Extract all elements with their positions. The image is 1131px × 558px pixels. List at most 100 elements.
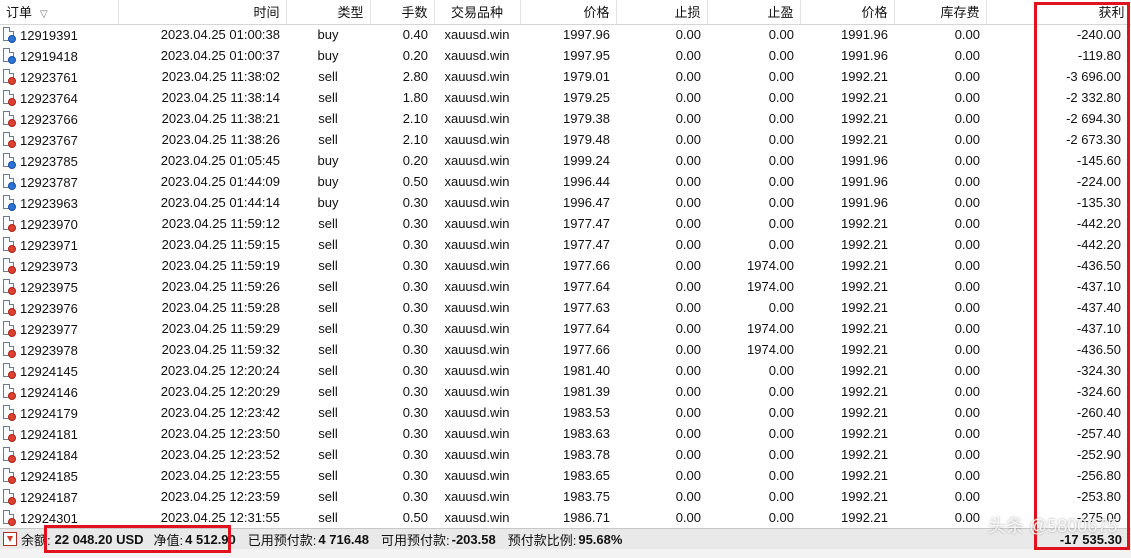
table-row[interactable]: 12924146 2023.04.25 12:20:29 sell 0.30 xauus… <box>0 381 1131 402</box>
column-header-take-profit[interactable]: 止盈 <box>707 0 801 25</box>
stop-loss-cell: 0.00 <box>675 132 701 147</box>
type-cell: sell <box>318 279 338 294</box>
type-cell: sell <box>318 468 338 483</box>
column-header-volume[interactable]: 手数 <box>370 0 435 25</box>
column-header-order[interactable]: 订单 ▽ <box>0 0 119 25</box>
swap-cell: 0.00 <box>954 132 980 147</box>
table-row[interactable]: 12923973 2023.04.25 11:59:19 sell 0.30 xauus… <box>0 255 1131 276</box>
table-row[interactable]: 12924185 2023.04.25 12:23:55 sell 0.30 xauus… <box>0 465 1131 486</box>
take-profit-cell: 0.00 <box>768 384 794 399</box>
column-header-current-price[interactable]: 价格 <box>800 0 895 25</box>
symbol-cell: xauusd.win <box>444 48 510 63</box>
table-row[interactable]: 12923971 2023.04.25 11:59:15 sell 0.30 xauus… <box>0 234 1131 255</box>
table-row[interactable]: 12923787 2023.04.25 01:44:09 buy 0.50 xauusd… <box>0 171 1131 192</box>
table-row[interactable]: 12923766 2023.04.25 11:38:21 sell 2.10 xauus… <box>0 108 1131 129</box>
table-row[interactable]: 12923977 2023.04.25 11:59:29 sell 0.30 xauus… <box>0 318 1131 339</box>
table-row[interactable]: 12924184 2023.04.25 12:23:52 sell 0.30 xauus… <box>0 444 1131 465</box>
table-row[interactable]: 12924179 2023.04.25 12:23:42 sell 0.30 xauus… <box>0 402 1131 423</box>
order-number: 12919418 <box>20 48 78 64</box>
swap-cell: 0.00 <box>954 153 980 168</box>
swap-cell: 0.00 <box>954 405 980 420</box>
volume-cell: 0.30 <box>402 426 428 441</box>
swap-cell: 0.00 <box>954 258 980 273</box>
table-row[interactable]: 12923785 2023.04.25 01:05:45 buy 0.20 xauusd… <box>0 150 1131 171</box>
table-row[interactable]: 12923978 2023.04.25 11:59:32 sell 0.30 xauus… <box>0 339 1131 360</box>
order-cell: 12923970 <box>0 213 118 234</box>
table-row[interactable]: 12919391 2023.04.25 01:00:38 buy 0.40 xauusd… <box>0 24 1131 45</box>
profit-cell: -256.80 <box>1076 468 1121 483</box>
table-row[interactable]: 12919418 2023.04.25 01:00:37 buy 0.20 xauusd… <box>0 45 1131 66</box>
table-row[interactable]: 12924145 2023.04.25 12:20:24 sell 0.30 xauus… <box>0 360 1131 381</box>
swap-cell: 0.00 <box>954 321 980 336</box>
order-number: 12923971 <box>20 237 78 253</box>
current-price-cell: 1992.21 <box>841 321 888 336</box>
take-profit-cell: 0.00 <box>768 468 794 483</box>
volume-cell: 0.40 <box>402 27 428 43</box>
stop-loss-cell: 0.00 <box>675 405 701 420</box>
margin-level-value: 95.68% <box>578 531 623 547</box>
open-price-cell: 1996.44 <box>563 174 610 189</box>
profit-cell: -145.60 <box>1076 153 1121 168</box>
table-row[interactable]: 12923970 2023.04.25 11:59:12 sell 0.30 xauus… <box>0 213 1131 234</box>
table-row[interactable]: 12924187 2023.04.25 12:23:59 sell 0.30 xauus… <box>0 486 1131 507</box>
profit-cell: -442.20 <box>1076 216 1121 231</box>
order-cell: 12924301 <box>0 507 118 528</box>
stop-loss-cell: 0.00 <box>675 342 701 357</box>
table-row[interactable]: 12923975 2023.04.25 11:59:26 sell 0.30 xauus… <box>0 276 1131 297</box>
column-header-type[interactable]: 类型 <box>286 0 371 25</box>
order-cell: 12924185 <box>0 465 118 486</box>
order-number: 12924301 <box>20 510 78 526</box>
order-number: 12924184 <box>20 447 78 463</box>
account-summary-icon <box>3 532 17 546</box>
type-cell: buy <box>317 153 339 168</box>
column-header-swap[interactable]: 库存费 <box>894 0 987 25</box>
take-profit-cell: 0.00 <box>768 48 794 63</box>
open-price-cell: 1983.63 <box>563 426 610 441</box>
open-price-cell: 1977.64 <box>563 321 610 336</box>
column-header-symbol[interactable]: 交易品种 <box>434 0 521 25</box>
symbol-cell: xauusd.win <box>444 510 510 525</box>
order-cell: 12923971 <box>0 234 118 255</box>
column-header-time[interactable]: 时间 <box>118 0 287 25</box>
table-row[interactable]: 12923764 2023.04.25 11:38:14 sell 1.80 xauus… <box>0 87 1131 108</box>
column-header-profit[interactable]: 获利 <box>986 0 1131 25</box>
profit-cell: -3 696.00 <box>1066 69 1121 84</box>
sell-order-icon <box>2 257 17 274</box>
order-number: 12923973 <box>20 258 78 274</box>
profit-cell: -442.20 <box>1076 237 1121 252</box>
sell-order-icon <box>2 446 17 463</box>
order-number: 12923976 <box>20 300 78 316</box>
order-number: 12923764 <box>20 90 78 106</box>
take-profit-cell: 0.00 <box>768 237 794 252</box>
current-price-cell: 1992.21 <box>841 237 888 252</box>
column-header-stop-loss[interactable]: 止损 <box>616 0 708 25</box>
type-cell: sell <box>318 300 338 315</box>
column-header-open-price[interactable]: 价格 <box>520 0 617 25</box>
table-row[interactable]: 12924301 2023.04.25 12:31:55 sell 0.50 xauus… <box>0 507 1131 528</box>
open-price-cell: 1981.39 <box>563 384 610 399</box>
profit-cell: -119.80 <box>1077 48 1121 63</box>
order-cell: 12923975 <box>0 276 118 297</box>
type-cell: sell <box>318 510 338 525</box>
sell-order-icon <box>2 320 17 337</box>
take-profit-cell: 1974.00 <box>747 342 794 357</box>
sell-order-icon <box>2 215 17 232</box>
symbol-cell: xauusd.win <box>444 27 510 43</box>
table-row[interactable]: 12923761 2023.04.25 11:38:02 sell 2.80 xauus… <box>0 66 1131 87</box>
order-cell: 12924146 <box>0 381 118 402</box>
type-cell: sell <box>318 258 338 273</box>
stop-loss-cell: 0.00 <box>675 174 701 189</box>
buy-order-icon <box>2 194 17 211</box>
table-row[interactable]: 12924181 2023.04.25 12:23:50 sell 0.30 xauus… <box>0 423 1131 444</box>
swap-cell: 0.00 <box>954 300 980 315</box>
stop-loss-cell: 0.00 <box>675 195 701 210</box>
table-row[interactable]: 12923976 2023.04.25 11:59:28 sell 0.30 xauus… <box>0 297 1131 318</box>
stop-loss-cell: 0.00 <box>675 363 701 378</box>
symbol-cell: xauusd.win <box>444 342 510 357</box>
profit-cell: -324.60 <box>1076 384 1121 399</box>
table-row[interactable]: 12923767 2023.04.25 11:38:26 sell 2.10 xauus… <box>0 129 1131 150</box>
symbol-cell: xauusd.win <box>444 195 510 210</box>
buy-order-icon <box>2 26 17 43</box>
order-number: 12924179 <box>20 405 78 421</box>
table-row[interactable]: 12923963 2023.04.25 01:44:14 buy 0.30 xauusd… <box>0 192 1131 213</box>
